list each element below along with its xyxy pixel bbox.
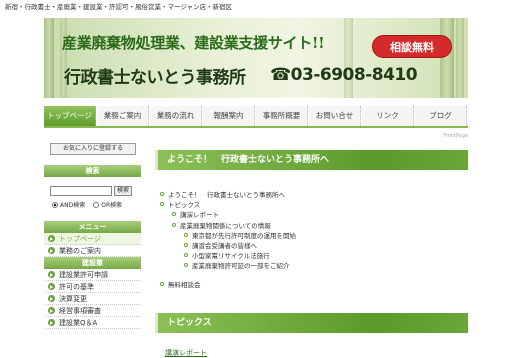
or-search-radio[interactable] (93, 201, 100, 208)
topics-heading: トピックス (155, 313, 468, 333)
lecture-report-link[interactable]: 講演レポート (165, 348, 207, 358)
tree-trunk-decoration (344, 18, 353, 98)
or-search-label: OR検索 (101, 202, 123, 209)
construction-heading: 建設業 (44, 257, 141, 269)
sidebar-item-label: 建設業Q＆A (59, 318, 98, 327)
toc-item-label: 無料相談会 (168, 280, 201, 289)
sidebar-item-management-review[interactable]: 経営事項審査 (44, 305, 141, 317)
sidebar-item-label: 経営事項審査 (59, 306, 101, 315)
nav-item-top[interactable]: トップページ (44, 106, 96, 126)
toc-item[interactable]: 産業廃棄物許可証の一部をご紹介 (160, 260, 460, 270)
bullet-icon (160, 192, 164, 197)
bullet-icon (184, 253, 188, 258)
nav-item-services[interactable]: 業務ご案内 (97, 106, 149, 126)
tree-trunk-decoration (456, 18, 464, 98)
sidebar-item-label: 業務のご案内 (59, 246, 101, 255)
banner-catchphrase: 産業廃棄物処理業、建設業支援サイト!! (62, 34, 325, 52)
sidebar-item-label: 決算変更 (59, 294, 87, 303)
search-row: 検索 (50, 186, 141, 196)
sidebar-item-permit-criteria[interactable]: 許可の基準 (44, 281, 141, 293)
bullet-icon (160, 281, 164, 286)
page-name-label: FrontPage (443, 133, 468, 139)
toc-item-label: 東京都が先行許可制度の運用を開始 (192, 231, 296, 240)
search-heading: 検索 (44, 165, 141, 177)
toc-item[interactable]: 講演レポート (160, 209, 460, 219)
arrow-bullet-icon (48, 295, 55, 302)
toc-item[interactable]: 東京都が先行許可制度の運用を開始 (160, 230, 460, 240)
toc-item[interactable]: トピックス (160, 199, 460, 209)
toc-item-label: 講習会受講者の皆様へ (192, 242, 257, 251)
bullet-icon (172, 222, 176, 227)
toc-item[interactable]: 産業廃棄物関係についての情報 (160, 220, 460, 230)
toc-item[interactable]: 無料相談会 (160, 279, 460, 289)
nav-item-contact[interactable]: お問い合せ (309, 106, 361, 126)
arrow-bullet-icon (48, 283, 55, 290)
site-tagline: 新宿・行政書士・産廃業・建設業・許認可・風俗営業・マージャン店・新宿区 (5, 3, 233, 11)
sidebar-item-construction-faq[interactable]: 建設業Q＆A (44, 317, 141, 329)
toc-item-label: 講演レポート (180, 211, 219, 220)
toc-item-label: 産業廃棄物関係についての情報 (180, 221, 271, 230)
arrow-bullet-icon (48, 271, 55, 278)
toc-item-label: ようこそ！ 行政書士ないとう事務所へ (168, 191, 285, 200)
sidebar-item-settlement-change[interactable]: 決算変更 (44, 293, 141, 305)
toc-item-label: トピックス (168, 201, 201, 210)
toc-item[interactable]: 小型家電リサイクル法施行 (160, 250, 460, 260)
and-search-radio[interactable] (52, 201, 58, 208)
sidebar-item-label: トップページ (59, 234, 101, 243)
office-name: 行政書士ないとう事務所 (64, 68, 246, 88)
tree-trunk-decoration (44, 18, 54, 98)
toc-item-label: 小型家電リサイクル法施行 (192, 252, 270, 261)
search-mode-options: AND検索 OR検索 (52, 200, 141, 209)
search-button[interactable]: 検索 (114, 186, 132, 196)
phone-number: ☎03-6908-8410 (270, 65, 418, 85)
search-input[interactable] (50, 186, 112, 196)
toc-item[interactable]: 講習会受講者の皆様へ (160, 240, 460, 250)
arrow-bullet-icon (48, 235, 55, 242)
free-consultation-badge[interactable]: 相談無料 (372, 35, 452, 58)
global-nav: トップページ 業務ご案内 業務の流れ 報酬案内 事務所概要 お問い合せ リンク … (44, 106, 468, 128)
arrow-bullet-icon (48, 247, 55, 254)
toc-item-label: 産業廃棄物許可証の一部をご紹介 (192, 262, 290, 271)
nav-item-links[interactable]: リンク (362, 106, 414, 126)
sidebar-item-services[interactable]: 業務のご案内 (44, 245, 141, 257)
menu-heading: メニュー (44, 221, 141, 233)
toc-item[interactable]: ようこそ！ 行政書士ないとう事務所へ (160, 189, 460, 199)
sidebar-item-top[interactable]: トップページ (44, 233, 141, 245)
sidebar: お気に入りに登録する 検索 検索 AND検索 OR検索 メニュー トップページ … (44, 137, 141, 358)
add-favorites-button[interactable]: お気に入りに登録する (50, 143, 136, 155)
arrow-bullet-icon (48, 319, 55, 326)
header-banner[interactable]: 産業廃棄物処理業、建設業支援サイト!! 相談無料 行政書士ないとう事務所 ☎03… (44, 18, 468, 98)
tree-trunk-decoration (440, 18, 454, 98)
nav-item-blog[interactable]: ブログ (415, 106, 467, 126)
main-content: FrontPage ようこそ！ 行政書士ないとう事務所へ ようこそ！ 行政書士な… (149, 131, 468, 358)
sidebar-item-label: 建設業許可申請 (59, 270, 108, 279)
table-of-contents: ようこそ！ 行政書士ないとう事務所へ トピックス 講演レポート 産業廃棄物関係に… (160, 189, 460, 289)
bullet-icon (184, 263, 188, 268)
sidebar-item-label: 許可の基準 (59, 282, 94, 291)
nav-item-workflow[interactable]: 業務の流れ (150, 106, 202, 126)
nav-item-fees[interactable]: 報酬案内 (203, 106, 255, 126)
and-search-label: AND検索 (60, 202, 86, 209)
welcome-heading: ようこそ！ 行政書士ないとう事務所へ (155, 150, 468, 170)
bullet-icon (184, 243, 188, 248)
arrow-bullet-icon (48, 307, 55, 314)
bullet-icon (172, 212, 176, 217)
bullet-icon (184, 232, 188, 237)
nav-item-office[interactable]: 事務所概要 (256, 106, 308, 126)
bullet-icon (160, 202, 164, 207)
sidebar-item-permit-application[interactable]: 建設業許可申請 (44, 269, 141, 281)
